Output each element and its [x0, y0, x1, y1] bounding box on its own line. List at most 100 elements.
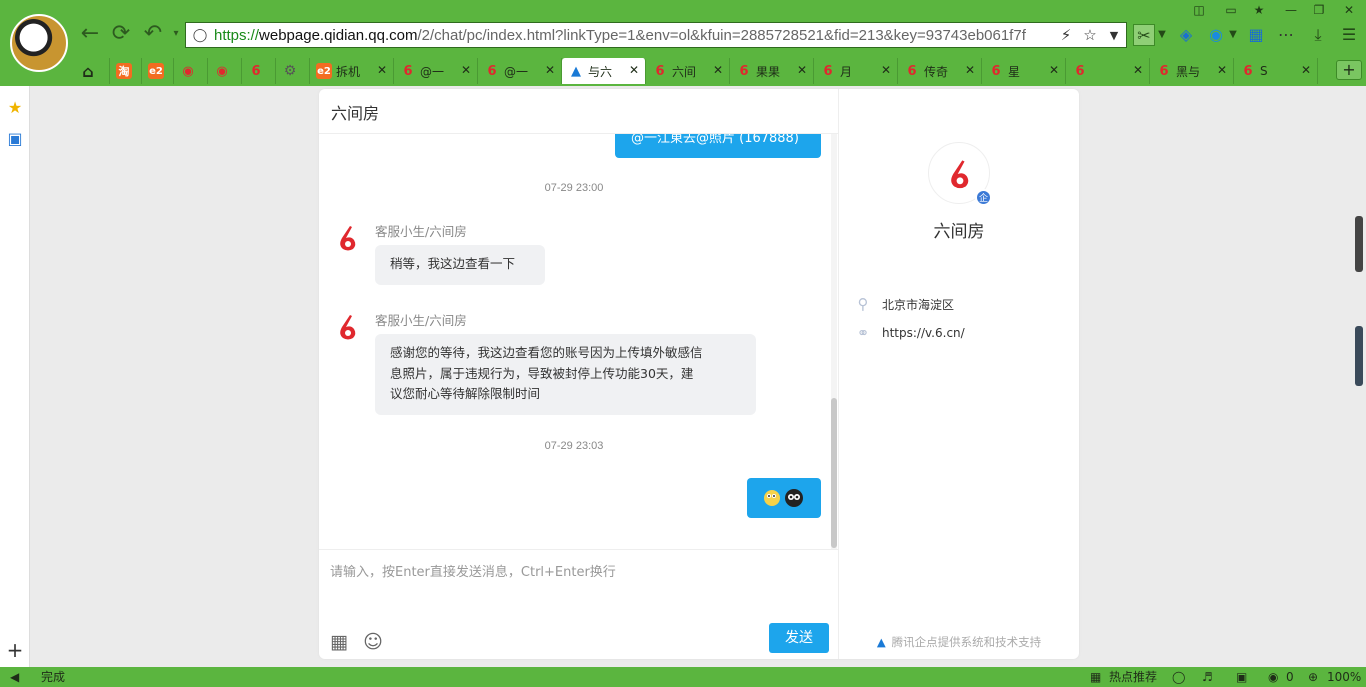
tab-settings[interactable]: ⚙: [276, 58, 310, 84]
security-shield-icon[interactable]: ◯: [186, 28, 214, 43]
star-icon[interactable]: ☆: [1078, 26, 1102, 44]
tab-close-icon[interactable]: ✕: [713, 63, 723, 77]
hot-news-label[interactable]: 热点推荐: [1109, 669, 1157, 685]
favorites-star-icon[interactable]: ★: [6, 99, 24, 117]
send-button[interactable]: 发送: [769, 623, 829, 653]
tab-page-1[interactable]: e2 拆机 ✕: [310, 58, 394, 84]
powered-by-note: ▲ 腾讯企点提供系统和技术支持: [876, 635, 1042, 649]
six-logo-icon: 6: [655, 63, 665, 79]
agent-name: 客服小生/六间房: [375, 224, 467, 239]
tab-page-9[interactable]: 6 星 ✕: [982, 58, 1066, 84]
tab-page-11[interactable]: 6 黑与 ✕: [1150, 58, 1234, 84]
zoom-level[interactable]: 100%: [1327, 669, 1361, 685]
download-icon[interactable]: ⤓: [1307, 24, 1329, 46]
new-tab-button[interactable]: +: [1336, 60, 1362, 80]
address-bar[interactable]: ◯ https://webpage.qidian.qq.com/2/chat/p…: [185, 22, 1127, 48]
tab-close-icon[interactable]: ✕: [1133, 63, 1143, 77]
six-logo-icon: 6: [487, 63, 497, 79]
chat-window: 六间房 @一江東去@照片 (167888) 07-29 23:00 客服小生/六…: [319, 89, 1079, 659]
six-logo-icon: 6: [823, 63, 833, 79]
message-input[interactable]: 请输入，按Enter直接发送消息，Ctrl+Enter换行: [330, 561, 616, 580]
tab-page-12[interactable]: 6 S ✕: [1234, 58, 1318, 84]
tab-page-4-active[interactable]: ▲ 与六 ✕: [562, 58, 646, 84]
more-icon[interactable]: ⋯: [1275, 24, 1297, 46]
six-logo-icon: [951, 160, 969, 189]
tab-close-icon[interactable]: ✕: [377, 63, 387, 77]
weibo-icon: ◉: [216, 63, 228, 79]
six-logo-icon: 6: [1159, 63, 1169, 79]
tab-close-icon[interactable]: ✕: [1217, 63, 1227, 77]
hot-news-icon[interactable]: ▦: [1090, 669, 1101, 685]
layout-icon[interactable]: ◫: [1190, 2, 1208, 18]
url-text[interactable]: https://webpage.qidian.qq.com/2/chat/pc/…: [214, 27, 1054, 44]
scissors-dropdown-icon[interactable]: ▼: [1156, 24, 1168, 46]
lightning-icon[interactable]: ⚡: [1054, 26, 1078, 44]
tab-e2[interactable]: e2: [142, 58, 174, 84]
tab-close-icon[interactable]: ✕: [629, 63, 639, 77]
minimode-icon[interactable]: ▭: [1222, 2, 1240, 18]
restore-icon[interactable]: ❐: [1310, 2, 1328, 18]
tab-close-icon[interactable]: ✕: [797, 63, 807, 77]
timestamp: 07-29 23:03: [544, 440, 604, 452]
emoji-picker-icon[interactable]: ☺: [362, 631, 384, 653]
translate-icon[interactable]: ◈: [1175, 24, 1197, 46]
tab-page-5[interactable]: 6 六间 ✕: [646, 58, 730, 84]
chat-main: 六间房 @一江東去@照片 (167888) 07-29 23:00 客服小生/六…: [319, 89, 839, 659]
tab-page-3[interactable]: 6 @一 ✕: [478, 58, 562, 84]
timestamp: 07-29 23:00: [544, 182, 604, 194]
tab-six-pinned[interactable]: 6: [242, 58, 276, 84]
close-window-icon[interactable]: ✕: [1340, 2, 1358, 18]
e2-icon: e2: [148, 63, 164, 79]
browser-ext-icon[interactable]: ◉: [1205, 24, 1227, 46]
tab-taobao[interactable]: 淘: [110, 58, 142, 84]
tab-page-7[interactable]: 6 月 ✕: [814, 58, 898, 84]
message-composer[interactable]: 请输入，按Enter直接发送消息，Ctrl+Enter换行 ▦ ☺ 发送: [319, 549, 838, 659]
tab-page-2[interactable]: 6 @一 ✕: [394, 58, 478, 84]
tab-home[interactable]: ⌂: [74, 58, 110, 84]
tab-close-icon[interactable]: ✕: [461, 63, 471, 77]
ext-dropdown-icon[interactable]: ▼: [1227, 24, 1239, 46]
page-scrollbar-thumb[interactable]: [1355, 216, 1363, 272]
skin-icon[interactable]: ★: [1250, 2, 1268, 18]
company-name: 六间房: [933, 222, 985, 242]
side-rail: ★ ▣ +: [0, 86, 30, 667]
emoji-icon: [764, 489, 803, 507]
url-dropdown-icon[interactable]: ▼: [1102, 29, 1126, 42]
minimize-icon[interactable]: —: [1282, 2, 1300, 18]
page-scrollbar-thumb-secondary[interactable]: [1355, 326, 1363, 386]
tab-close-icon[interactable]: ✕: [1049, 63, 1059, 77]
calculator-icon[interactable]: ▦: [1245, 24, 1267, 46]
message-list[interactable]: @一江東去@照片 (167888) 07-29 23:00 客服小生/六间房 稍…: [319, 134, 838, 549]
zoom-icon[interactable]: ⊕: [1308, 669, 1318, 685]
add-sidebar-icon[interactable]: +: [6, 640, 24, 660]
message-scrollbar-thumb[interactable]: [831, 398, 837, 548]
sidebar-toggle-icon[interactable]: ◀: [10, 669, 19, 685]
volume-icon[interactable]: ♬: [1202, 669, 1213, 685]
tab-page-8[interactable]: 6 传奇 ✕: [898, 58, 982, 84]
tab-page-10[interactable]: 6 ✕: [1066, 58, 1150, 84]
tab-close-icon[interactable]: ✕: [1301, 63, 1311, 77]
location-row: ⚲ 北京市海淀区: [853, 295, 955, 313]
tab-strip: ⌂ 淘 e2 ◉ ◉ 6 ⚙ e2 拆机 ✕ 6 @一 ✕ 6 @一 ✕ ▲ 与六 ✕ 6 六间 ✕…: [74, 58, 1364, 84]
six-logo-icon: 6: [739, 63, 749, 79]
gear-icon: ⚙: [283, 63, 297, 79]
tab-page-6[interactable]: 6 果果 ✕: [730, 58, 814, 84]
tab-close-icon[interactable]: ✕: [545, 63, 555, 77]
six-logo-icon: 6: [1243, 63, 1253, 79]
refresh-icon[interactable]: ⟳: [108, 22, 134, 46]
scissors-icon[interactable]: ✂: [1133, 24, 1155, 46]
outgoing-emoji-message: [747, 478, 821, 518]
back-arrow-icon[interactable]: ←: [77, 22, 103, 46]
adblock-icon[interactable]: ◉: [1268, 669, 1278, 685]
website-row[interactable]: ⚭ https://v.6.cn/: [853, 324, 965, 342]
menu-icon[interactable]: ☰: [1338, 24, 1360, 46]
image-upload-icon[interactable]: ▦: [328, 631, 350, 653]
reader-icon[interactable]: ▣: [6, 130, 24, 148]
user-avatar[interactable]: [10, 14, 68, 72]
tab-close-icon[interactable]: ✕: [965, 63, 975, 77]
tab-weibo-1[interactable]: ◉: [174, 58, 208, 84]
security-icon[interactable]: ◯: [1172, 669, 1185, 685]
cloud-icon[interactable]: ▣: [1236, 669, 1247, 685]
tab-close-icon[interactable]: ✕: [881, 63, 891, 77]
tab-weibo-2[interactable]: ◉: [208, 58, 242, 84]
